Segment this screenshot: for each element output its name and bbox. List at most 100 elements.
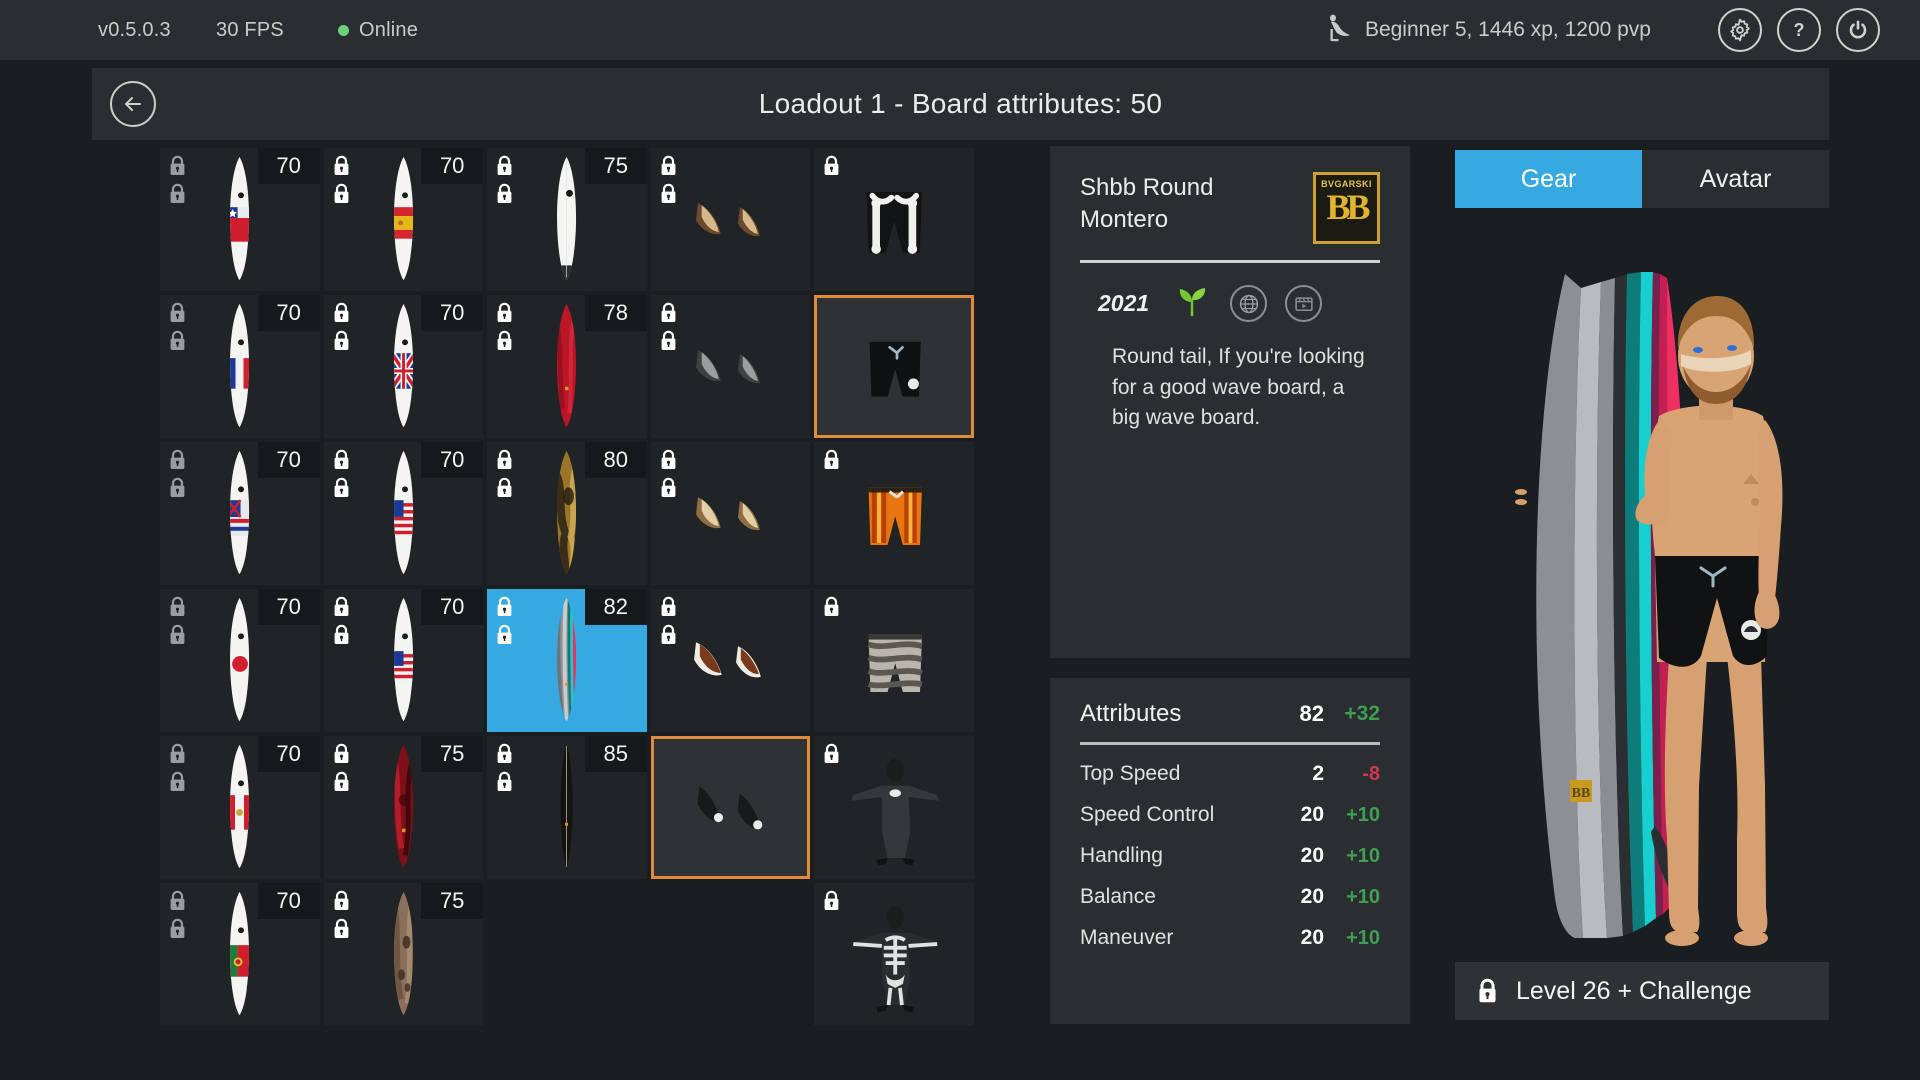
grid-cell-fins[interactable] bbox=[651, 295, 811, 438]
lock-group bbox=[823, 449, 840, 470]
attribute-row: Top Speed2-8 bbox=[1080, 762, 1380, 786]
lock-icon bbox=[169, 771, 186, 792]
grid-cell-fins[interactable] bbox=[651, 736, 811, 879]
settings-button[interactable] bbox=[1718, 8, 1762, 52]
item-score-badge: 75 bbox=[585, 148, 647, 184]
page-title: Loadout 1 - Board attributes: 50 bbox=[92, 88, 1829, 120]
grid-cell-board[interactable]: 70 bbox=[324, 295, 484, 438]
loadout-header-bar: Loadout 1 - Board attributes: 50 bbox=[92, 68, 1829, 140]
item-score-badge: 70 bbox=[258, 148, 320, 184]
lock-icon bbox=[169, 477, 186, 498]
attributes-header-row: Attributes 82 +32 bbox=[1080, 700, 1380, 728]
grid-cell-board[interactable]: 70 bbox=[160, 295, 320, 438]
lock-icon bbox=[823, 890, 840, 911]
item-score-badge: 70 bbox=[258, 442, 320, 478]
grid-cell-board[interactable]: 75 bbox=[324, 883, 484, 1026]
version-label: v0.5.0.3 bbox=[98, 19, 216, 42]
attribute-value: 2 bbox=[1262, 762, 1324, 786]
grid-cell-board[interactable]: 70 bbox=[160, 589, 320, 732]
lock-icon bbox=[823, 743, 840, 764]
lock-icon bbox=[333, 330, 350, 351]
lock-icon bbox=[333, 890, 350, 911]
lock-group bbox=[169, 155, 186, 204]
help-button[interactable]: ? bbox=[1777, 8, 1821, 52]
item-score-badge: 70 bbox=[258, 295, 320, 331]
tab-gear[interactable]: Gear bbox=[1455, 150, 1642, 208]
grid-cell-shorts[interactable] bbox=[814, 589, 974, 732]
grid-cell-wetsuit[interactable] bbox=[814, 883, 974, 1026]
grid-cell-board[interactable]: 75 bbox=[324, 736, 484, 879]
grid-cell-board[interactable]: 78 bbox=[487, 295, 647, 438]
lock-icon bbox=[660, 449, 677, 470]
lock-icon bbox=[496, 330, 513, 351]
lock-icon bbox=[333, 743, 350, 764]
item-art-fins-black bbox=[654, 739, 808, 876]
attributes-rows: Top Speed2-8Speed Control20+10Handling20… bbox=[1080, 762, 1380, 950]
attribute-delta: +10 bbox=[1324, 927, 1380, 950]
grid-cell-board[interactable]: 70 bbox=[160, 736, 320, 879]
gear-avatar-tabs: GearAvatar bbox=[1455, 150, 1829, 208]
item-meta-row: 2021 bbox=[1080, 281, 1380, 326]
attribute-value: 20 bbox=[1262, 926, 1324, 950]
grid-cell-fins[interactable] bbox=[651, 589, 811, 732]
avatar-preview[interactable]: BB bbox=[1455, 226, 1829, 956]
grid-cell-shorts[interactable] bbox=[814, 295, 974, 438]
arrow-left-icon bbox=[121, 92, 145, 116]
fin-pair bbox=[696, 350, 760, 383]
lock-icon bbox=[660, 477, 677, 498]
item-score-badge: 70 bbox=[421, 589, 483, 625]
grid-cell-board[interactable]: 70 bbox=[324, 442, 484, 585]
item-score-badge: 70 bbox=[258, 883, 320, 919]
lock-group bbox=[823, 890, 840, 911]
item-description: Round tail, If you're looking for a good… bbox=[1080, 342, 1380, 434]
back-button[interactable] bbox=[110, 81, 156, 127]
lock-icon bbox=[333, 771, 350, 792]
grid-cell-board[interactable]: 70 bbox=[160, 883, 320, 1026]
globe-button[interactable] bbox=[1230, 285, 1267, 322]
lock-icon bbox=[660, 155, 677, 176]
grid-cell-board[interactable]: 75 bbox=[487, 148, 647, 291]
lock-group bbox=[333, 890, 350, 939]
attribute-label: Top Speed bbox=[1080, 762, 1262, 786]
lock-group bbox=[333, 449, 350, 498]
lock-group bbox=[823, 155, 840, 176]
grid-cell-board[interactable]: 80 bbox=[487, 442, 647, 585]
boardshorts bbox=[869, 488, 922, 545]
boardshorts bbox=[869, 635, 922, 692]
status-dot-icon bbox=[338, 25, 349, 36]
lock-group bbox=[496, 449, 513, 498]
wetsuit bbox=[852, 906, 940, 1013]
video-clapper-icon bbox=[1293, 293, 1315, 315]
grid-cell-board[interactable]: 70 bbox=[160, 148, 320, 291]
grid-cell-fins[interactable] bbox=[651, 442, 811, 585]
grid-cell-fins[interactable] bbox=[651, 148, 811, 291]
attribute-row: Handling20+10 bbox=[1080, 844, 1380, 868]
status-indicator: Online bbox=[338, 19, 418, 42]
item-info-panel: Shbb Round Montero BVGARSKI BB 2021 bbox=[1050, 146, 1410, 658]
lock-group bbox=[333, 155, 350, 204]
grid-cell-shorts[interactable] bbox=[814, 148, 974, 291]
power-button[interactable] bbox=[1836, 8, 1880, 52]
attributes-divider bbox=[1080, 742, 1380, 745]
top-bar-right-group: Beginner 5, 1446 xp, 1200 pvp ? bbox=[1319, 8, 1920, 52]
lock-icon bbox=[823, 596, 840, 617]
grid-cell-board[interactable]: 85 bbox=[487, 736, 647, 879]
lock-icon bbox=[169, 743, 186, 764]
lock-icon bbox=[1477, 978, 1498, 1004]
grid-cell-board[interactable]: 70 bbox=[324, 589, 484, 732]
lock-icon bbox=[496, 183, 513, 204]
attributes-total-value: 82 bbox=[1262, 701, 1324, 727]
grid-cell-wetsuit[interactable] bbox=[814, 736, 974, 879]
level-requirement-badge[interactable]: Level 26 + Challenge bbox=[1455, 962, 1829, 1020]
attribute-delta: +10 bbox=[1324, 886, 1380, 909]
grid-cell-board[interactable]: 82 bbox=[487, 589, 647, 732]
grid-cell-shorts[interactable] bbox=[814, 442, 974, 585]
lock-group bbox=[660, 155, 677, 204]
grid-cell-board[interactable]: 70 bbox=[324, 148, 484, 291]
video-button[interactable] bbox=[1285, 285, 1322, 322]
tab-avatar[interactable]: Avatar bbox=[1642, 150, 1829, 208]
boardshorts bbox=[870, 342, 921, 397]
grid-cell-board[interactable]: 70 bbox=[160, 442, 320, 585]
item-name: Shbb Round Montero bbox=[1080, 172, 1280, 235]
lock-icon bbox=[169, 624, 186, 645]
